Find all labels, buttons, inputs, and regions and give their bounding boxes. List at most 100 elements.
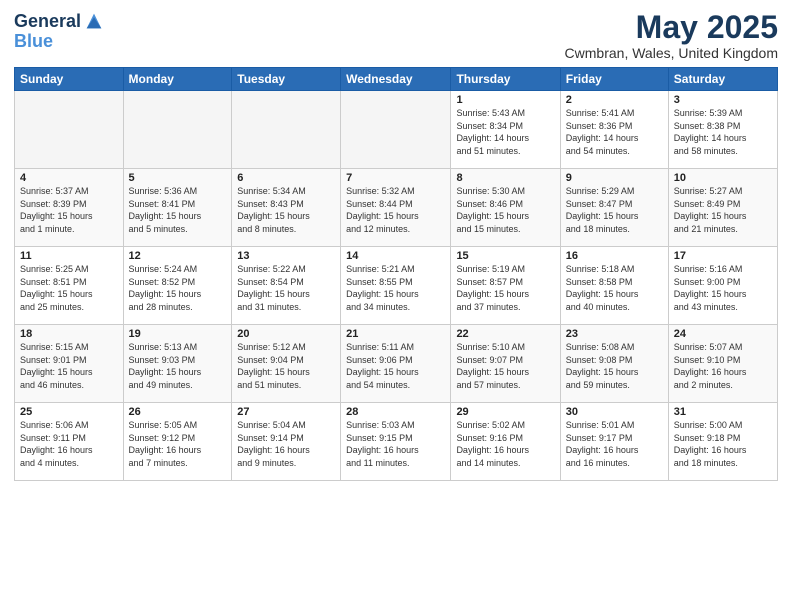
calendar-cell: 29Sunrise: 5:02 AM Sunset: 9:16 PM Dayli… [451, 403, 560, 481]
day-number: 22 [456, 328, 554, 340]
page: General Blue May 2025 Cwmbran, Wales, Un… [0, 0, 792, 612]
day-number: 25 [20, 406, 118, 418]
calendar-week-5: 25Sunrise: 5:06 AM Sunset: 9:11 PM Dayli… [15, 403, 778, 481]
calendar-cell: 9Sunrise: 5:29 AM Sunset: 8:47 PM Daylig… [560, 169, 668, 247]
calendar-week-4: 18Sunrise: 5:15 AM Sunset: 9:01 PM Dayli… [15, 325, 778, 403]
day-info: Sunrise: 5:39 AM Sunset: 8:38 PM Dayligh… [674, 107, 772, 157]
logo-text: General [14, 12, 81, 30]
calendar-cell: 30Sunrise: 5:01 AM Sunset: 9:17 PM Dayli… [560, 403, 668, 481]
day-info: Sunrise: 5:22 AM Sunset: 8:54 PM Dayligh… [237, 263, 335, 313]
calendar-cell: 25Sunrise: 5:06 AM Sunset: 9:11 PM Dayli… [15, 403, 124, 481]
day-info: Sunrise: 5:13 AM Sunset: 9:03 PM Dayligh… [129, 341, 227, 391]
day-info: Sunrise: 5:32 AM Sunset: 8:44 PM Dayligh… [346, 185, 445, 235]
day-info: Sunrise: 5:03 AM Sunset: 9:15 PM Dayligh… [346, 419, 445, 469]
day-number: 4 [20, 172, 118, 184]
calendar-cell: 6Sunrise: 5:34 AM Sunset: 8:43 PM Daylig… [232, 169, 341, 247]
day-number: 2 [566, 94, 663, 106]
col-tuesday: Tuesday [232, 68, 341, 91]
day-number: 15 [456, 250, 554, 262]
calendar-cell [15, 91, 124, 169]
calendar-cell: 17Sunrise: 5:16 AM Sunset: 9:00 PM Dayli… [668, 247, 777, 325]
day-number: 10 [674, 172, 772, 184]
day-number: 29 [456, 406, 554, 418]
calendar-cell: 31Sunrise: 5:00 AM Sunset: 9:18 PM Dayli… [668, 403, 777, 481]
day-number: 3 [674, 94, 772, 106]
day-number: 7 [346, 172, 445, 184]
day-number: 6 [237, 172, 335, 184]
calendar-cell: 2Sunrise: 5:41 AM Sunset: 8:36 PM Daylig… [560, 91, 668, 169]
day-info: Sunrise: 5:12 AM Sunset: 9:04 PM Dayligh… [237, 341, 335, 391]
day-number: 16 [566, 250, 663, 262]
day-info: Sunrise: 5:27 AM Sunset: 8:49 PM Dayligh… [674, 185, 772, 235]
day-info: Sunrise: 5:10 AM Sunset: 9:07 PM Dayligh… [456, 341, 554, 391]
calendar-cell: 16Sunrise: 5:18 AM Sunset: 8:58 PM Dayli… [560, 247, 668, 325]
day-info: Sunrise: 5:41 AM Sunset: 8:36 PM Dayligh… [566, 107, 663, 157]
day-info: Sunrise: 5:43 AM Sunset: 8:34 PM Dayligh… [456, 107, 554, 157]
day-info: Sunrise: 5:21 AM Sunset: 8:55 PM Dayligh… [346, 263, 445, 313]
day-info: Sunrise: 5:36 AM Sunset: 8:41 PM Dayligh… [129, 185, 227, 235]
calendar-cell: 21Sunrise: 5:11 AM Sunset: 9:06 PM Dayli… [341, 325, 451, 403]
calendar-cell: 1Sunrise: 5:43 AM Sunset: 8:34 PM Daylig… [451, 91, 560, 169]
day-number: 26 [129, 406, 227, 418]
day-info: Sunrise: 5:04 AM Sunset: 9:14 PM Dayligh… [237, 419, 335, 469]
day-info: Sunrise: 5:15 AM Sunset: 9:01 PM Dayligh… [20, 341, 118, 391]
day-number: 17 [674, 250, 772, 262]
day-info: Sunrise: 5:29 AM Sunset: 8:47 PM Dayligh… [566, 185, 663, 235]
day-number: 5 [129, 172, 227, 184]
col-sunday: Sunday [15, 68, 124, 91]
main-title: May 2025 [565, 10, 778, 45]
calendar-cell: 19Sunrise: 5:13 AM Sunset: 9:03 PM Dayli… [123, 325, 232, 403]
calendar-cell: 26Sunrise: 5:05 AM Sunset: 9:12 PM Dayli… [123, 403, 232, 481]
calendar-cell: 8Sunrise: 5:30 AM Sunset: 8:46 PM Daylig… [451, 169, 560, 247]
calendar-cell: 5Sunrise: 5:36 AM Sunset: 8:41 PM Daylig… [123, 169, 232, 247]
logo-text-blue: Blue [14, 32, 105, 50]
calendar-cell [341, 91, 451, 169]
calendar-cell: 13Sunrise: 5:22 AM Sunset: 8:54 PM Dayli… [232, 247, 341, 325]
day-info: Sunrise: 5:08 AM Sunset: 9:08 PM Dayligh… [566, 341, 663, 391]
day-info: Sunrise: 5:24 AM Sunset: 8:52 PM Dayligh… [129, 263, 227, 313]
logo: General Blue [14, 10, 105, 50]
day-info: Sunrise: 5:16 AM Sunset: 9:00 PM Dayligh… [674, 263, 772, 313]
calendar-cell: 10Sunrise: 5:27 AM Sunset: 8:49 PM Dayli… [668, 169, 777, 247]
day-number: 1 [456, 94, 554, 106]
calendar-cell [123, 91, 232, 169]
day-info: Sunrise: 5:02 AM Sunset: 9:16 PM Dayligh… [456, 419, 554, 469]
calendar-cell: 24Sunrise: 5:07 AM Sunset: 9:10 PM Dayli… [668, 325, 777, 403]
day-info: Sunrise: 5:07 AM Sunset: 9:10 PM Dayligh… [674, 341, 772, 391]
day-number: 30 [566, 406, 663, 418]
day-number: 20 [237, 328, 335, 340]
calendar-cell: 18Sunrise: 5:15 AM Sunset: 9:01 PM Dayli… [15, 325, 124, 403]
col-wednesday: Wednesday [341, 68, 451, 91]
calendar-cell: 27Sunrise: 5:04 AM Sunset: 9:14 PM Dayli… [232, 403, 341, 481]
day-number: 24 [674, 328, 772, 340]
calendar-cell: 4Sunrise: 5:37 AM Sunset: 8:39 PM Daylig… [15, 169, 124, 247]
day-number: 21 [346, 328, 445, 340]
day-info: Sunrise: 5:00 AM Sunset: 9:18 PM Dayligh… [674, 419, 772, 469]
day-info: Sunrise: 5:19 AM Sunset: 8:57 PM Dayligh… [456, 263, 554, 313]
calendar-cell: 12Sunrise: 5:24 AM Sunset: 8:52 PM Dayli… [123, 247, 232, 325]
day-number: 28 [346, 406, 445, 418]
title-block: May 2025 Cwmbran, Wales, United Kingdom [565, 10, 778, 61]
calendar-cell: 7Sunrise: 5:32 AM Sunset: 8:44 PM Daylig… [341, 169, 451, 247]
calendar-cell: 28Sunrise: 5:03 AM Sunset: 9:15 PM Dayli… [341, 403, 451, 481]
day-info: Sunrise: 5:37 AM Sunset: 8:39 PM Dayligh… [20, 185, 118, 235]
day-number: 18 [20, 328, 118, 340]
subtitle: Cwmbran, Wales, United Kingdom [565, 45, 778, 61]
day-info: Sunrise: 5:06 AM Sunset: 9:11 PM Dayligh… [20, 419, 118, 469]
day-number: 9 [566, 172, 663, 184]
day-number: 11 [20, 250, 118, 262]
day-info: Sunrise: 5:11 AM Sunset: 9:06 PM Dayligh… [346, 341, 445, 391]
col-thursday: Thursday [451, 68, 560, 91]
calendar-week-3: 11Sunrise: 5:25 AM Sunset: 8:51 PM Dayli… [15, 247, 778, 325]
calendar-week-2: 4Sunrise: 5:37 AM Sunset: 8:39 PM Daylig… [15, 169, 778, 247]
day-info: Sunrise: 5:18 AM Sunset: 8:58 PM Dayligh… [566, 263, 663, 313]
calendar-cell [232, 91, 341, 169]
calendar-week-1: 1Sunrise: 5:43 AM Sunset: 8:34 PM Daylig… [15, 91, 778, 169]
calendar-cell: 22Sunrise: 5:10 AM Sunset: 9:07 PM Dayli… [451, 325, 560, 403]
col-friday: Friday [560, 68, 668, 91]
calendar-cell: 11Sunrise: 5:25 AM Sunset: 8:51 PM Dayli… [15, 247, 124, 325]
day-info: Sunrise: 5:30 AM Sunset: 8:46 PM Dayligh… [456, 185, 554, 235]
day-number: 27 [237, 406, 335, 418]
day-info: Sunrise: 5:01 AM Sunset: 9:17 PM Dayligh… [566, 419, 663, 469]
day-info: Sunrise: 5:25 AM Sunset: 8:51 PM Dayligh… [20, 263, 118, 313]
